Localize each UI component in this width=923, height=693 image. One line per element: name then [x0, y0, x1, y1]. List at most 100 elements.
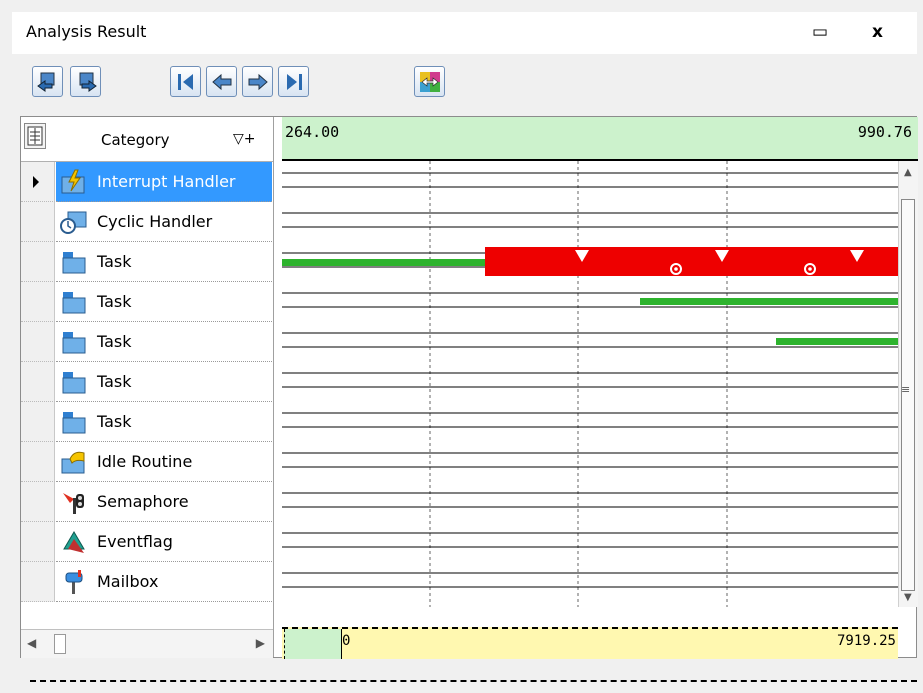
eventflag-icon: [60, 529, 88, 555]
title-bar: Analysis Result ▭ x: [12, 12, 917, 54]
ready-bar: [776, 338, 898, 345]
category-cell[interactable]: Eventflag: [56, 522, 272, 562]
vertical-scrollbar[interactable]: ▲ ≡ ▼: [898, 161, 918, 607]
overview-end-label: 7919.25: [836, 633, 896, 649]
previous-button[interactable]: [206, 66, 237, 97]
list-item[interactable]: Task: [21, 322, 273, 362]
task-icon: [60, 409, 88, 435]
row-selector[interactable]: [21, 242, 55, 282]
category-cell[interactable]: Interrupt Handler: [56, 162, 272, 202]
ready-bar: [282, 259, 485, 266]
list-item[interactable]: Task: [21, 282, 273, 322]
category-label: Task: [97, 372, 132, 391]
time-range-bar[interactable]: 264.00 990.76: [282, 117, 918, 161]
last-icon: [286, 73, 302, 90]
running-bar: [485, 247, 898, 276]
sync-icon: [419, 71, 440, 92]
category-cell[interactable]: Task: [56, 282, 272, 322]
scroll-up-icon[interactable]: ▲: [904, 167, 912, 178]
row-selector[interactable]: [21, 322, 55, 362]
close-button[interactable]: x: [872, 22, 883, 42]
window-title: Analysis Result: [26, 22, 147, 41]
category-cell[interactable]: Task: [56, 322, 272, 362]
category-cell[interactable]: Task: [56, 402, 272, 442]
row-selector[interactable]: [21, 442, 55, 482]
category-label: Interrupt Handler: [97, 172, 236, 191]
next-icon: [248, 73, 268, 90]
category-label: Task: [97, 292, 132, 311]
cyclic-handler-icon: [60, 209, 88, 235]
category-label: Mailbox: [97, 572, 159, 591]
row-selector[interactable]: [21, 162, 55, 202]
range-start-label: 264.00: [285, 123, 340, 141]
interrupt-handler-icon: [60, 169, 88, 195]
history-forward-button[interactable]: [70, 66, 101, 97]
ready-bar: [640, 298, 898, 305]
category-rows: Interrupt Handler Cyclic Handler Task Task T…: [21, 162, 273, 602]
category-cell[interactable]: Task: [56, 242, 272, 282]
toolbar: [12, 58, 917, 110]
mailbox-icon: [60, 569, 88, 595]
next-button[interactable]: [242, 66, 273, 97]
analysis-view: Category ▽+ Interrupt Handler Cyclic Hand…: [20, 116, 918, 659]
list-item[interactable]: Interrupt Handler: [21, 162, 273, 202]
row-selector[interactable]: [21, 282, 55, 322]
category-cell[interactable]: Task: [56, 362, 272, 402]
row-selector[interactable]: [21, 402, 55, 442]
horizontal-scrollbar[interactable]: ◀ ▶: [21, 629, 273, 658]
row-selector[interactable]: [21, 562, 55, 602]
overview-start-label: 0: [342, 633, 351, 649]
event-marker-dot: [808, 267, 812, 271]
category-label: Cyclic Handler: [97, 212, 213, 231]
history-back-button[interactable]: [32, 66, 63, 97]
timeline-chart[interactable]: [282, 161, 898, 607]
category-column-header[interactable]: Category: [101, 131, 170, 149]
sync-button[interactable]: [414, 66, 445, 97]
filter-icon[interactable]: ▽+: [233, 131, 256, 147]
category-label: Eventflag: [97, 532, 173, 551]
list-item[interactable]: Task: [21, 402, 273, 442]
first-button[interactable]: [170, 66, 201, 97]
analysis-result-panel: Analysis Result ▭ x Category ▽+ Interrup…: [0, 0, 923, 693]
category-label: Idle Routine: [97, 452, 193, 471]
idle-routine-icon: [60, 449, 88, 475]
first-icon: [177, 73, 193, 90]
category-label: Semaphore: [97, 492, 189, 511]
history-forward-icon: [79, 72, 97, 92]
category-cell[interactable]: Idle Routine: [56, 442, 272, 482]
column-chooser-icon: [27, 126, 43, 146]
row-selector[interactable]: [21, 522, 55, 562]
row-selector[interactable]: [21, 202, 55, 242]
overview-window[interactable]: [284, 629, 342, 659]
semaphore-icon: [60, 489, 88, 515]
category-label: Task: [97, 332, 132, 351]
task-icon: [60, 329, 88, 355]
row-selector[interactable]: [21, 482, 55, 522]
scroll-thumb[interactable]: [54, 634, 66, 654]
category-cell[interactable]: Semaphore: [56, 482, 272, 522]
event-marker-dot: [674, 267, 678, 271]
category-list: Category ▽+ Interrupt Handler Cyclic Hand…: [21, 117, 274, 658]
scroll-left-icon[interactable]: ◀: [27, 636, 36, 650]
scroll-right-icon[interactable]: ▶: [256, 636, 265, 650]
range-end-label: 990.76: [857, 123, 912, 141]
list-item[interactable]: Cyclic Handler: [21, 202, 273, 242]
minimize-button[interactable]: ▭: [812, 22, 828, 42]
history-back-icon: [36, 72, 54, 92]
column-chooser-button[interactable]: [24, 123, 46, 149]
list-item[interactable]: Eventflag: [21, 522, 273, 562]
scroll-down-icon[interactable]: ▼: [904, 592, 912, 603]
category-label: Task: [97, 412, 132, 431]
overview-bar[interactable]: 0 7919.25: [282, 627, 898, 659]
category-cell[interactable]: Cyclic Handler: [56, 202, 272, 242]
row-selector[interactable]: [21, 362, 55, 402]
list-item[interactable]: Semaphore: [21, 482, 273, 522]
last-button[interactable]: [278, 66, 309, 97]
status-divider: [30, 680, 917, 684]
category-cell[interactable]: Mailbox: [56, 562, 272, 602]
list-item[interactable]: Task: [21, 242, 273, 282]
list-item[interactable]: Mailbox: [21, 562, 273, 602]
task-icon: [60, 369, 88, 395]
list-item[interactable]: Idle Routine: [21, 442, 273, 482]
list-item[interactable]: Task: [21, 362, 273, 402]
